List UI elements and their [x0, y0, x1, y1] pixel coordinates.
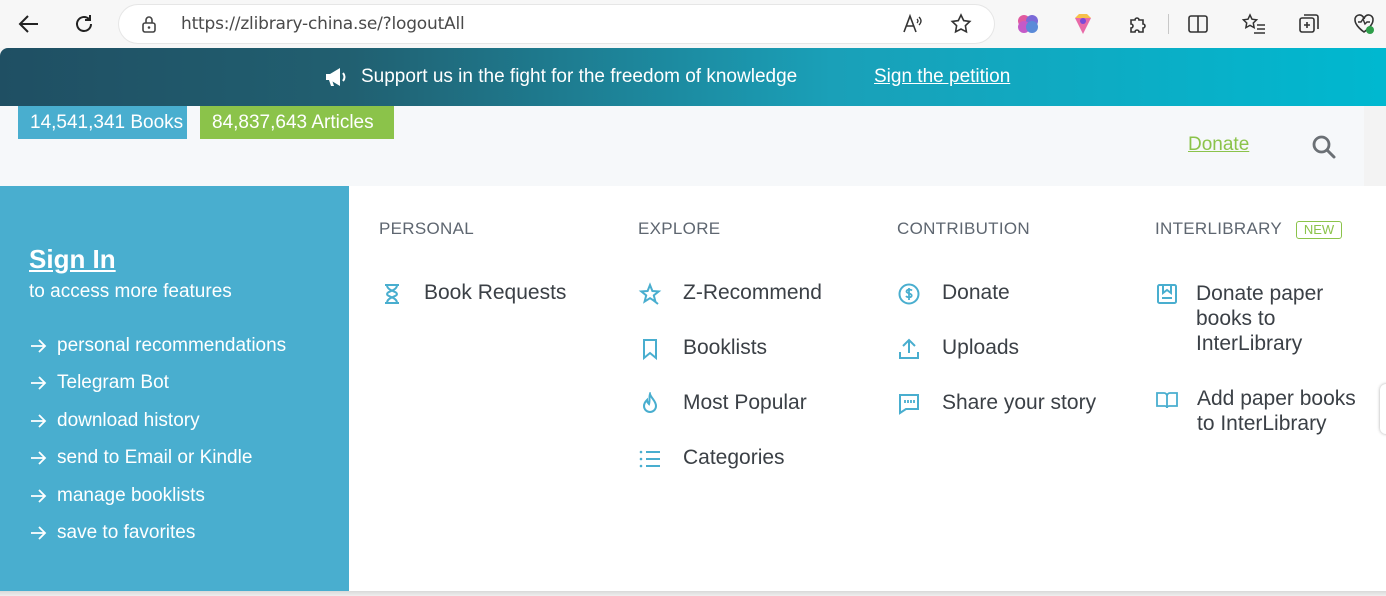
uploads-link[interactable]: Uploads	[942, 335, 1019, 360]
donate-menu-link[interactable]: Donate	[942, 280, 1010, 305]
lock-icon	[141, 15, 157, 38]
signin-subtitle: to access more features	[29, 281, 232, 302]
favorites-list-icon[interactable]	[1242, 12, 1266, 36]
personal-heading: PERSONAL	[379, 219, 474, 238]
gem-extension-icon[interactable]	[1071, 12, 1095, 36]
arrow-right-icon	[31, 376, 47, 390]
sign-petition-link[interactable]: Sign the petition	[874, 66, 1010, 88]
new-badge: NEW	[1296, 221, 1342, 239]
browser-toolbar: https://zlibrary-china.se/?logoutAll	[0, 0, 1386, 48]
donate-paper-books-link[interactable]: Donate paper books to InterLibrary	[1196, 281, 1323, 356]
arrow-right-icon	[31, 489, 47, 503]
address-bar[interactable]: https://zlibrary-china.se/?logoutAll	[119, 5, 994, 43]
most-popular-link[interactable]: Most Popular	[683, 390, 807, 415]
refresh-icon	[76, 15, 92, 32]
back-button[interactable]	[14, 9, 44, 39]
feature-item: send to Email or Kindle	[30, 447, 252, 469]
recommend-star-icon	[638, 282, 662, 305]
brain-extension-icon[interactable]	[1016, 12, 1040, 36]
list-icon	[639, 450, 660, 468]
banner-message: Support us in the fight for the freedom …	[361, 66, 798, 87]
add-paper-books-link[interactable]: Add paper books to InterLibrary	[1197, 386, 1356, 436]
book-requests-link[interactable]: Book Requests	[424, 280, 566, 305]
sign-in-link[interactable]: Sign In	[29, 244, 116, 275]
interlibrary-heading: INTERLIBRARY	[1155, 219, 1283, 238]
feature-item: save to favorites	[30, 522, 195, 544]
toolbar-separator	[1168, 14, 1169, 34]
book-save-icon	[1157, 284, 1177, 304]
link-line: Add paper books	[1197, 387, 1356, 410]
url-text[interactable]: https://zlibrary-china.se/?logoutAll	[181, 14, 465, 34]
feature-label: Telegram Bot	[57, 372, 169, 393]
support-banner: Support us in the fight for the freedom …	[0, 48, 1386, 106]
books-count-badge[interactable]: 14,541,341 Books	[18, 106, 187, 139]
contribution-heading: CONTRIBUTION	[897, 219, 1030, 238]
z-recommend-link[interactable]: Z-Recommend	[683, 280, 822, 305]
feature-label: send to Email or Kindle	[57, 447, 253, 468]
flame-icon	[642, 392, 658, 413]
arrow-right-icon	[31, 526, 47, 540]
categories-link[interactable]: Categories	[683, 445, 785, 470]
browser-essentials-icon[interactable]	[1352, 12, 1376, 36]
open-book-icon	[1156, 392, 1178, 409]
arrow-right-icon	[31, 414, 47, 428]
link-line: InterLibrary	[1196, 332, 1303, 355]
link-line: Donate paper	[1196, 282, 1324, 305]
dollar-coin-icon	[898, 283, 920, 305]
share-story-link[interactable]: Share your story	[942, 390, 1096, 415]
read-aloud-icon[interactable]	[902, 13, 924, 40]
arrow-right-icon	[31, 339, 47, 353]
back-arrow-icon	[18, 15, 38, 33]
hourglass-icon	[385, 284, 399, 304]
extensions-puzzle-icon[interactable]	[1126, 12, 1150, 36]
articles-count-badge[interactable]: 84,837,643 Articles	[200, 106, 394, 139]
feature-item: personal recommendations	[30, 335, 286, 357]
upload-icon	[899, 338, 919, 359]
collections-icon[interactable]	[1297, 12, 1321, 36]
feature-item: manage booklists	[30, 485, 205, 507]
split-screen-icon[interactable]	[1186, 12, 1210, 36]
chat-quote-icon	[899, 394, 919, 415]
megaphone-icon	[324, 66, 348, 93]
feature-item: Telegram Bot	[30, 372, 169, 394]
booklists-link[interactable]: Booklists	[683, 335, 767, 360]
arrow-right-icon	[31, 451, 47, 465]
refresh-button[interactable]	[69, 9, 99, 39]
feature-item: download history	[30, 410, 200, 432]
search-icon[interactable]	[1311, 134, 1337, 165]
explore-heading: EXPLORE	[638, 219, 721, 238]
site-header: 14,541,341 Books 84,837,643 Articles Don…	[0, 106, 1364, 186]
favorite-star-icon[interactable]	[949, 12, 973, 41]
feature-label: personal recommendations	[57, 335, 287, 356]
signin-panel: Sign In to access more features personal…	[0, 186, 349, 591]
scroll-handle[interactable]	[1380, 384, 1386, 434]
feature-label: save to favorites	[57, 522, 196, 543]
link-line: books to	[1196, 307, 1276, 330]
bookmark-icon	[643, 339, 657, 361]
link-line: to InterLibrary	[1197, 412, 1327, 435]
header-donate-link[interactable]: Donate	[1188, 134, 1249, 156]
feature-label: manage booklists	[57, 485, 205, 506]
page-bottom-edge	[0, 591, 1386, 596]
feature-label: download history	[57, 410, 200, 431]
dropdown-menu: Sign In to access more features personal…	[0, 186, 1386, 591]
